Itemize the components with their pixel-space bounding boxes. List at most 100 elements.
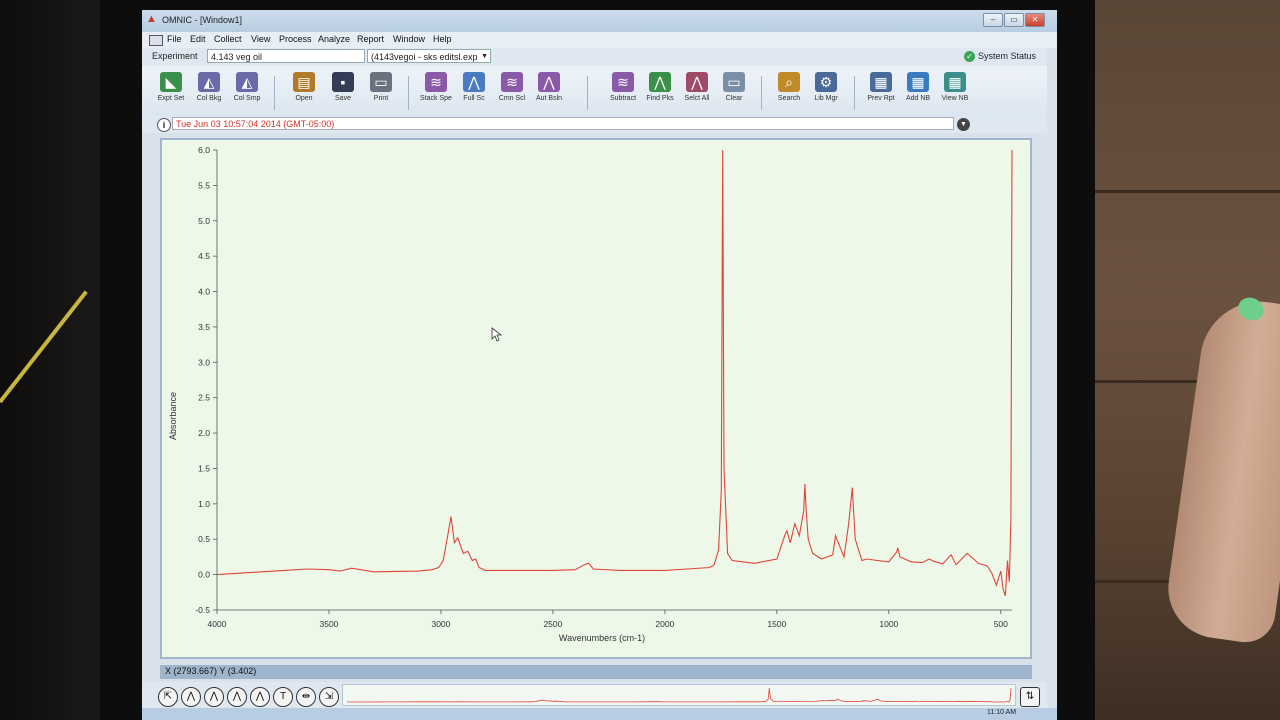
toolbar-label: Open: [295, 95, 313, 102]
text-tool-icon[interactable]: T: [273, 687, 293, 707]
window-title: OMNIC - [Window1]: [162, 15, 243, 25]
toolbar-label: Aut Bsln: [535, 95, 563, 102]
overview-chart: [347, 687, 1012, 703]
menu-help[interactable]: Help: [433, 34, 452, 44]
system-status[interactable]: ✓ System Status: [964, 51, 1036, 62]
scroll-arrows-icon[interactable]: ⇅: [1020, 687, 1040, 707]
select-all-icon: ⋀: [686, 72, 708, 92]
window-menu-icon[interactable]: [149, 35, 163, 46]
info-icon[interactable]: i: [157, 118, 171, 132]
spectrum-overview[interactable]: [342, 684, 1016, 706]
taskbar: 11:10 AM: [142, 708, 1057, 720]
common-scale-icon: ≋: [501, 72, 523, 92]
y-tick-label: 5.0: [198, 216, 210, 226]
toolbar-label: Expt Set: [157, 95, 185, 102]
y-tick-label: 1.0: [198, 499, 210, 509]
select-tool-icon[interactable]: ⇱: [158, 687, 178, 707]
add-notebook-icon: ▦: [907, 72, 929, 92]
common-scale-button[interactable]: ≋ Cmn Scl: [493, 72, 531, 114]
toolbar-label: Save: [335, 95, 351, 102]
drawer-line: [1095, 190, 1280, 193]
peak-area-tool-icon[interactable]: ⋀: [227, 687, 247, 707]
print-button[interactable]: ▭ Print: [362, 72, 400, 114]
x-tick-label: 3500: [320, 619, 339, 629]
menu-edit[interactable]: Edit: [190, 34, 206, 44]
spectrum-timestamp[interactable]: Tue Jun 03 10:57:04 2014 (GMT-05:00): [172, 117, 954, 130]
expt-set-icon: ◣: [160, 72, 182, 92]
col-smp-button[interactable]: ◭ Col Smp: [228, 72, 266, 114]
search-button[interactable]: ⌕ Search: [770, 72, 808, 114]
toolbar-separator: [761, 76, 762, 110]
subtract-icon: ≋: [612, 72, 634, 92]
menu-file[interactable]: File: [167, 34, 182, 44]
toolbar-label: Add NB: [905, 95, 931, 102]
toolbar-label: Col Smp: [233, 95, 261, 102]
stack-spectra-button[interactable]: ≋ Stack Spe: [417, 72, 455, 114]
expand-vertical-tool-icon[interactable]: ⇲: [319, 687, 339, 707]
label-tool-icon[interactable]: ⋀: [250, 687, 270, 707]
x-tick-label: 1000: [879, 619, 898, 629]
experiment-name-field[interactable]: 4.143 veg oil: [207, 49, 365, 63]
screen: ▲ OMNIC - [Window1] – ▭ ✕ File Edit Coll…: [142, 10, 1057, 720]
y-axis-label: Absorbance: [168, 392, 178, 440]
y-tick-label: 3.0: [198, 357, 210, 367]
cursor-status-bar: X (2793.667) Y (3.402): [160, 665, 1032, 679]
toolbar: ◣ Expt Set ◭ Col Bkg ◭ Col Smp ▤ Open ▪ Save …: [142, 66, 1047, 116]
library-manager-button[interactable]: ⚙ Lib Mgr: [807, 72, 845, 114]
taskbar-clock: 11:10 AM: [987, 709, 1017, 716]
close-button[interactable]: ✕: [1025, 13, 1045, 27]
spectrum-plot-area[interactable]: 6.0 5.5 5.0 4.5 4.0 3.5 3.0 2.5 2.0 1.5 1.0 0.5 0.0 -…: [162, 140, 1030, 657]
region-tool-icon[interactable]: ⋀: [181, 687, 201, 707]
expand-horizontal-tool-icon[interactable]: ⇹: [296, 687, 316, 707]
select-all-button[interactable]: ⋀ Selct All: [678, 72, 716, 114]
auto-baseline-button[interactable]: ⋀ Aut Bsln: [530, 72, 568, 114]
full-scale-button[interactable]: ⋀ Full Sc: [455, 72, 493, 114]
view-notebook-button[interactable]: ▦ View NB: [936, 72, 974, 114]
cursor-coordinates: X (2793.667) Y (3.402): [165, 666, 257, 676]
x-axis: 4000 3500 3000 2500 2000 1500 1000 500: [208, 609, 1012, 629]
open-button[interactable]: ▤ Open: [285, 72, 323, 114]
spectrum-info-bar: i Tue Jun 03 10:57:04 2014 (GMT-05:00) ▼: [142, 116, 1047, 133]
spectrum-line: [216, 149, 1013, 596]
spectrum-chart[interactable]: 6.0 5.5 5.0 4.5 4.0 3.5 3.0 2.5 2.0 1.5 1.0 0.5 0.0 -…: [162, 140, 1030, 657]
toolbar-label: Clear: [725, 95, 743, 102]
y-tick-label: 0.0: [198, 570, 210, 580]
y-tick-label: 3.5: [198, 322, 210, 332]
menu-view[interactable]: View: [251, 34, 270, 44]
menu-analyze[interactable]: Analyze: [318, 34, 350, 44]
system-status-label: System Status: [978, 51, 1037, 61]
full-scale-icon: ⋀: [463, 72, 485, 92]
preview-report-button[interactable]: ▦ Prev Rpt: [862, 72, 900, 114]
search-icon: ⌕: [778, 72, 800, 92]
open-icon: ▤: [293, 72, 315, 92]
toolbar-label: View NB: [941, 95, 969, 102]
y-tick-label: -0.5: [195, 605, 210, 615]
toolbar-label: Search: [777, 95, 801, 102]
save-button[interactable]: ▪ Save: [324, 72, 362, 114]
subtract-button[interactable]: ≋ Subtract: [604, 72, 642, 114]
toolbar-label: Stack Spe: [420, 95, 452, 102]
chevron-down-icon[interactable]: ▼: [481, 50, 488, 64]
menu-process[interactable]: Process: [279, 34, 312, 44]
expand-icon[interactable]: ▼: [957, 118, 970, 131]
menu-window[interactable]: Window: [393, 34, 425, 44]
minimize-button[interactable]: –: [983, 13, 1003, 27]
toolbar-label: Col Bkg: [196, 95, 222, 102]
maximize-button[interactable]: ▭: [1004, 13, 1024, 27]
y-tick-label: 2.0: [198, 428, 210, 438]
clear-button[interactable]: ▭ Clear: [715, 72, 753, 114]
experiment-file-select[interactable]: (4143vegoi - sks editsl.exp ▼: [367, 49, 491, 63]
menu-report[interactable]: Report: [357, 34, 384, 44]
y-tick-label: 5.5: [198, 180, 210, 190]
collect-background-icon: ◭: [198, 72, 220, 92]
bottom-toolbar: ⇱ ⋀ ⋀ ⋀ ⋀ T ⇹ ⇲ ⇅: [142, 682, 1047, 708]
peak-height-tool-icon[interactable]: ⋀: [204, 687, 224, 707]
expt-set-button[interactable]: ◣ Expt Set: [152, 72, 190, 114]
add-notebook-button[interactable]: ▦ Add NB: [899, 72, 937, 114]
title-bar: ▲ OMNIC - [Window1] – ▭ ✕: [142, 10, 1057, 32]
menu-collect[interactable]: Collect: [214, 34, 242, 44]
y-tick-label: 2.5: [198, 393, 210, 403]
find-peaks-button[interactable]: ⋀ Find Pks: [641, 72, 679, 114]
col-bkg-button[interactable]: ◭ Col Bkg: [190, 72, 228, 114]
toolbar-label: Full Sc: [463, 95, 485, 102]
